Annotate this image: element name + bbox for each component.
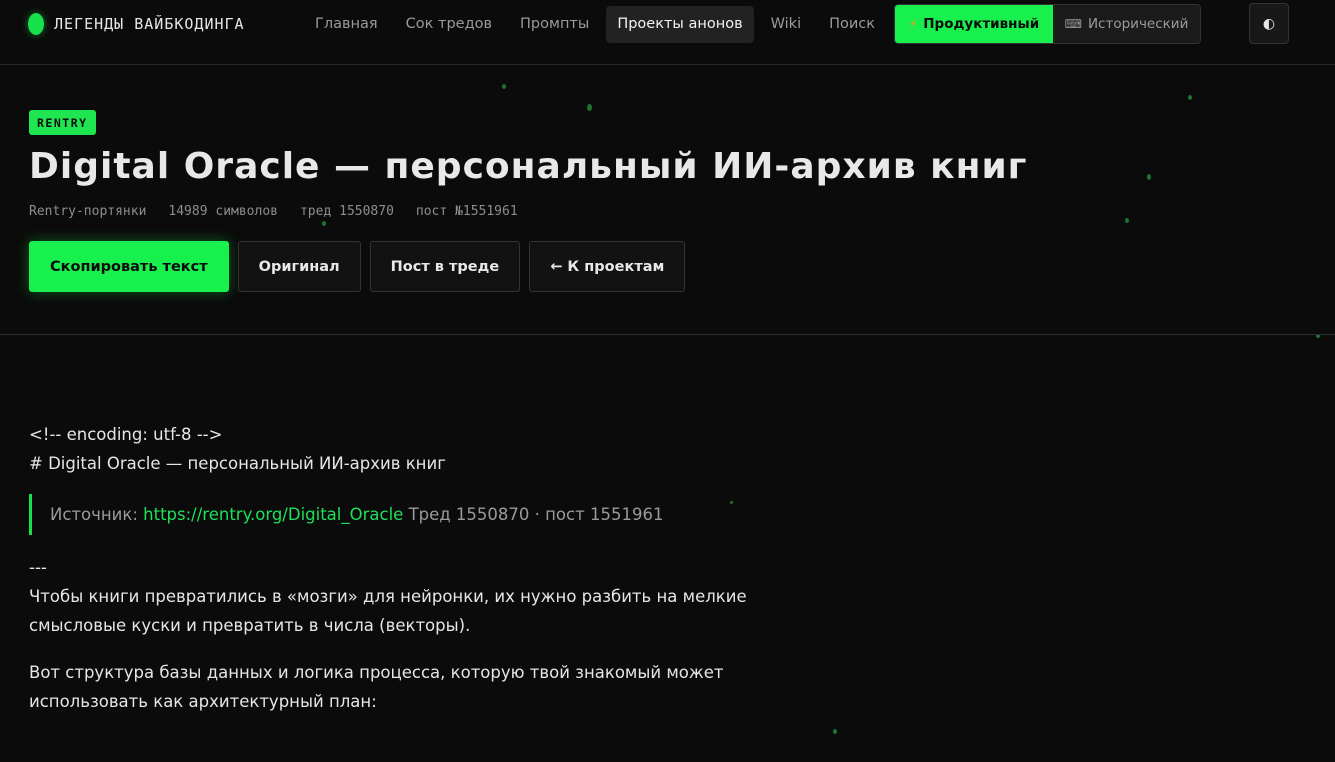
half-circle-icon: ◐ <box>1262 15 1276 32</box>
particle <box>1188 95 1192 100</box>
mode-productive-label: Продуктивный <box>923 16 1040 32</box>
particle <box>1147 174 1151 180</box>
mode-historical-label: Исторический <box>1087 16 1189 32</box>
brand[interactable]: ЛЕГЕНДЫ ВАЙБКОДИНГА <box>28 12 245 36</box>
encoding-comment: <!-- encoding: utf-8 --> <box>29 425 223 444</box>
back-to-projects-button[interactable]: ← К проектам <box>529 241 686 292</box>
main-nav: Главная Сок тредов Промпты Проекты аноно… <box>304 6 886 43</box>
theme-toggle-button[interactable]: ◐ <box>1249 3 1289 44</box>
leaf-icon <box>28 13 44 35</box>
typewriter-icon: ⌨ <box>1064 17 1082 31</box>
lightning-icon: ⚡ <box>908 17 918 31</box>
source-link[interactable]: https://rentry.org/Digital_Oracle <box>143 505 403 524</box>
action-buttons: Скопировать текст Оригинал Пост в треде … <box>29 241 686 292</box>
nav-item-prompts[interactable]: Промпты <box>509 6 600 43</box>
source-badge: RENTRY <box>29 110 96 135</box>
particle <box>1125 218 1129 223</box>
article-content: <!-- encoding: utf-8 --> # Digital Oracl… <box>29 420 839 734</box>
mode-switch: ⚡ Продуктивный ⌨ Исторический <box>894 4 1201 44</box>
meta-char-count: 14989 символов <box>168 204 278 219</box>
meta-post: пост №1551961 <box>415 204 518 219</box>
mode-historical-button[interactable]: ⌨ Исторический <box>1053 5 1200 43</box>
copy-text-button[interactable]: Скопировать текст <box>29 241 229 292</box>
page-title: Digital Oracle — персональный ИИ-архив к… <box>29 146 1028 187</box>
nav-item-home[interactable]: Главная <box>304 6 389 43</box>
meta-thread: тред 1550870 <box>299 204 394 219</box>
top-navigation-bar: ЛЕГЕНДЫ ВАЙБКОДИНГА Главная Сок тредов П… <box>0 0 1335 65</box>
particle <box>322 221 326 226</box>
divider <box>0 334 1335 335</box>
nav-item-wiki[interactable]: Wiki <box>760 6 812 43</box>
source-suffix: Тред 1550870 · пост 1551961 <box>403 505 664 524</box>
paragraph: Чтобы книги превратились в «мозги» для н… <box>29 587 747 635</box>
original-button[interactable]: Оригинал <box>237 241 361 292</box>
particle <box>587 104 592 111</box>
thread-post-button[interactable]: Пост в треде <box>369 241 521 292</box>
source-prefix: Источник: <box>50 505 144 524</box>
paragraph: Вот структура базы данных и логика проце… <box>29 663 724 711</box>
brand-name: ЛЕГЕНДЫ ВАЙБКОДИНГА <box>54 15 245 33</box>
source-quote: Источник: https://rentry.org/Digital_Ora… <box>29 494 839 535</box>
nav-item-threads[interactable]: Сок тредов <box>395 6 503 43</box>
particle <box>502 84 506 89</box>
meta-category: Rentry-портянки <box>29 204 147 219</box>
article-heading: # Digital Oracle — персональный ИИ-архив… <box>29 454 446 473</box>
nav-item-projects[interactable]: Проекты анонов <box>606 6 754 43</box>
horizontal-rule-text: --- <box>29 558 47 577</box>
mode-productive-button[interactable]: ⚡ Продуктивный <box>895 5 1053 43</box>
meta-info: Rentry-портянки 14989 символов тред 1550… <box>29 204 518 219</box>
nav-item-search[interactable]: Поиск <box>818 6 886 43</box>
